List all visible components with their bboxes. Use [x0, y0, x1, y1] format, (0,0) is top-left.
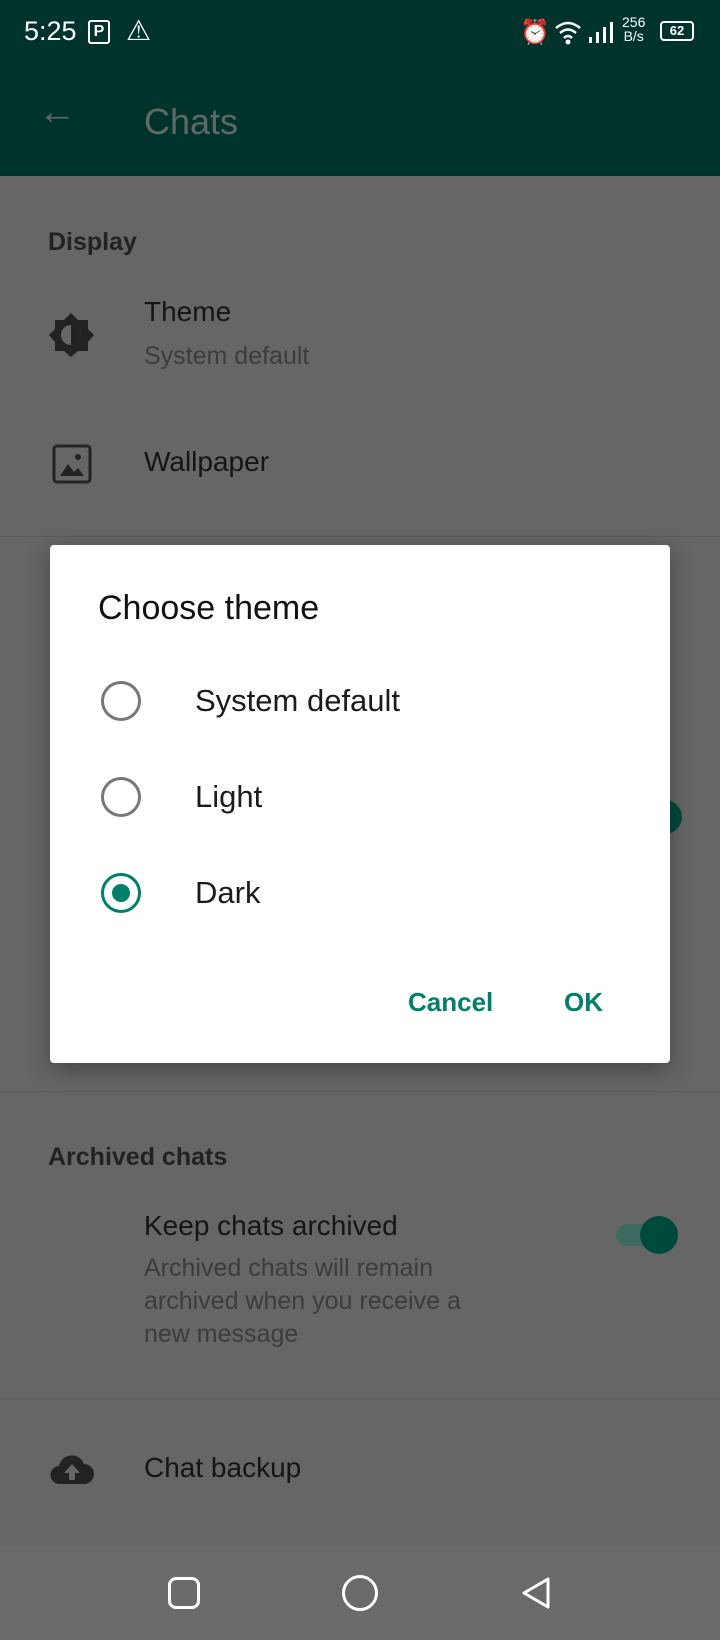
- ok-button[interactable]: OK: [564, 987, 603, 1018]
- option-label: System default: [195, 683, 401, 718]
- section-header-display: Display: [48, 228, 137, 256]
- section-header-archived: Archived chats: [48, 1143, 228, 1171]
- app-bar: ← Chats: [0, 63, 720, 176]
- option-system-default[interactable]: System default: [50, 665, 670, 737]
- divider: [0, 536, 720, 537]
- status-bar: 5:25 P ⚠ ⏰ 256 B/s 62: [0, 0, 720, 63]
- wallpaper-icon: [52, 444, 92, 484]
- keep-archived-description: Archived chats will remain archived when…: [144, 1254, 461, 1348]
- divider: [0, 1398, 720, 1399]
- option-dark[interactable]: Dark: [50, 857, 670, 929]
- battery-icon: 62: [660, 21, 694, 41]
- wallpaper-setting[interactable]: Wallpaper: [0, 420, 720, 510]
- chat-backup-title: Chat backup: [144, 1452, 302, 1483]
- radio-button-selected[interactable]: [101, 873, 141, 913]
- parking-icon: P: [88, 20, 110, 44]
- page-title: Chats: [144, 101, 239, 142]
- brightness-icon: [49, 313, 94, 357]
- signal-icon: [589, 22, 613, 43]
- wifi-icon: [555, 21, 581, 45]
- option-light[interactable]: Light: [50, 761, 670, 833]
- navigation-bar: [0, 1545, 720, 1640]
- option-label: Light: [195, 779, 263, 814]
- warning-icon: ⚠: [126, 15, 152, 46]
- keep-archived-toggle[interactable]: [616, 1216, 678, 1254]
- cancel-button[interactable]: Cancel: [408, 987, 493, 1018]
- keep-archived-title: Keep chats archived: [144, 1210, 398, 1241]
- radio-button[interactable]: [101, 777, 141, 817]
- arrow-left-icon[interactable]: ←: [38, 91, 76, 134]
- home-button-icon[interactable]: [342, 1575, 378, 1611]
- net-speed-unit: B/s: [623, 28, 644, 44]
- keep-chats-archived-setting[interactable]: Keep chats archived Archived chats will …: [0, 1200, 720, 1360]
- divider: [0, 1091, 720, 1092]
- theme-value: System default: [144, 342, 310, 370]
- wallpaper-title: Wallpaper: [144, 446, 270, 477]
- option-label: Dark: [195, 875, 261, 910]
- toggle-thumb: [640, 1216, 678, 1254]
- theme-title: Theme: [144, 296, 232, 327]
- theme-setting[interactable]: Theme System default: [0, 282, 720, 392]
- choose-theme-dialog: Choose theme System default Light Dark C…: [50, 545, 670, 1063]
- status-time: 5:25: [24, 16, 77, 46]
- radio-button[interactable]: [101, 681, 141, 721]
- back-button-icon[interactable]: [518, 1575, 554, 1611]
- chat-backup-setting[interactable]: Chat backup: [0, 1420, 720, 1520]
- recents-button-icon[interactable]: [168, 1577, 200, 1609]
- dialog-title: Choose theme: [98, 589, 320, 627]
- alarm-icon: ⏰: [520, 19, 550, 46]
- cloud-upload-icon: [50, 1455, 94, 1485]
